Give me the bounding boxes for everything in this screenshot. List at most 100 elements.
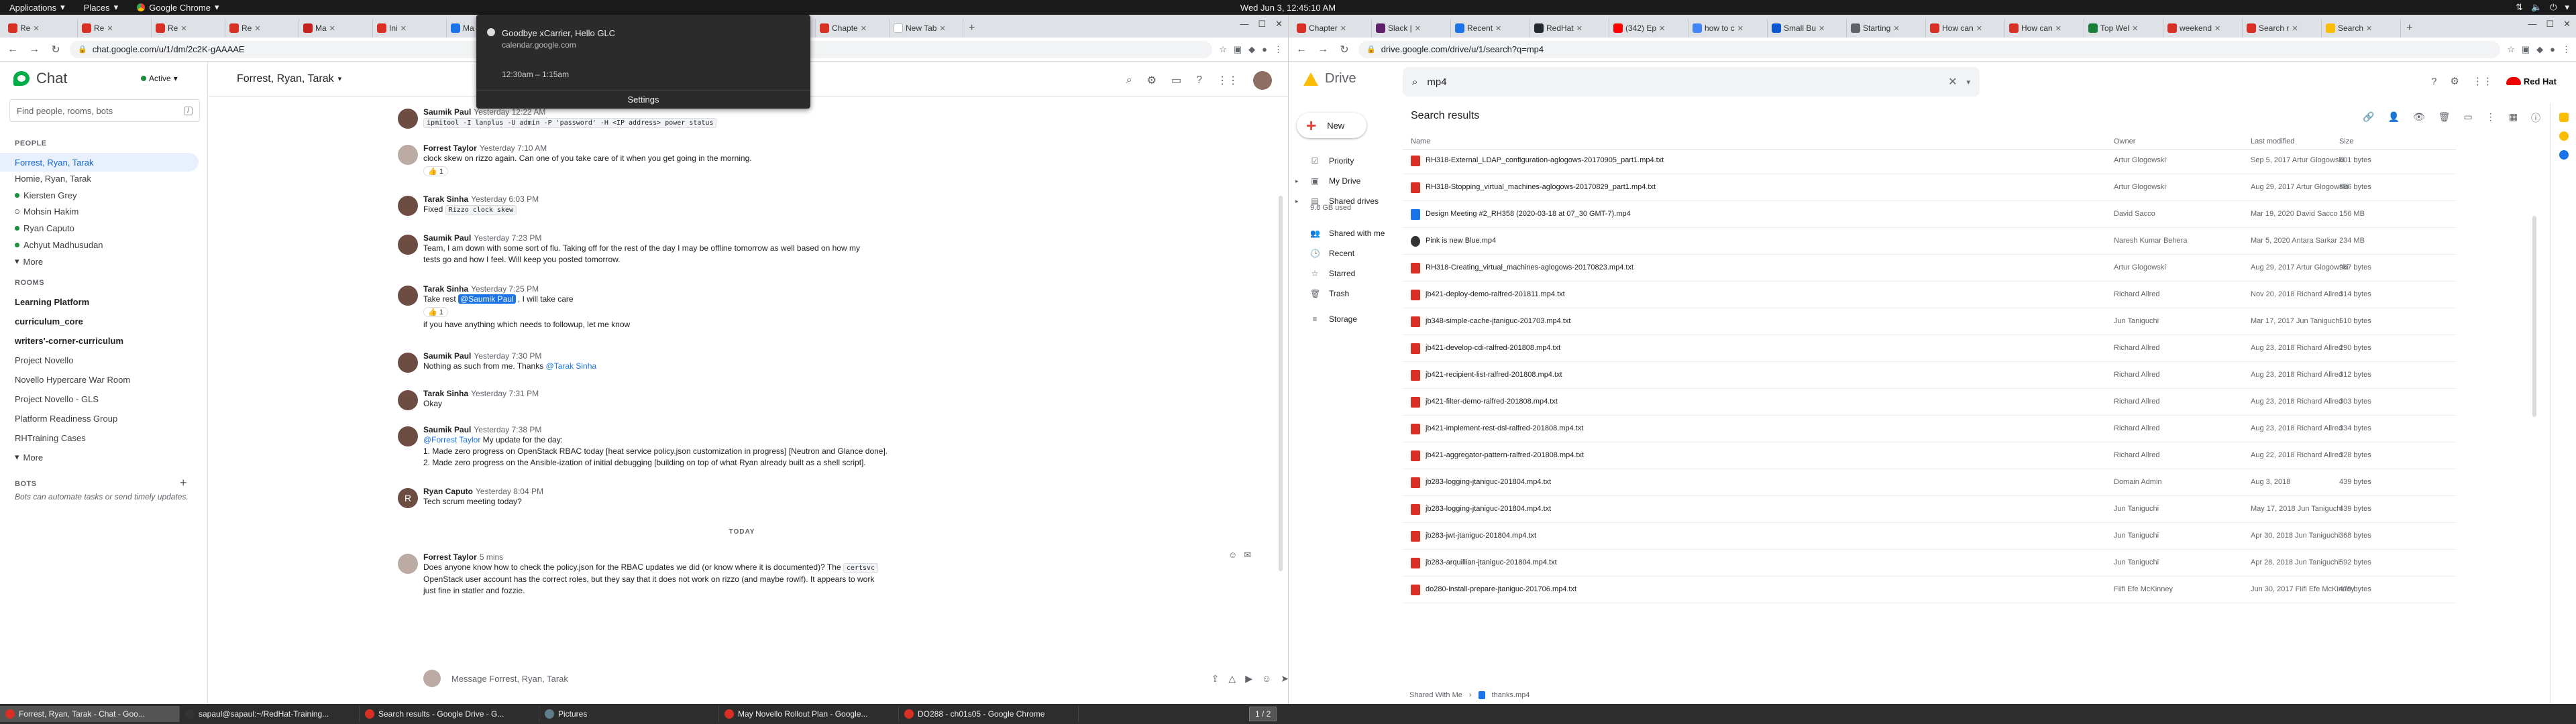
browser-tab[interactable]: (342) Ep ✕ [1609,19,1688,38]
room-item[interactable]: RHTraining Cases [0,428,199,447]
chevron-down-icon[interactable]: ▾ [338,74,342,83]
tab-close-icon[interactable]: ✕ [2366,24,2372,33]
tab-close-icon[interactable]: ✕ [861,24,867,33]
browser-tab[interactable]: Slack | ✕ [1372,19,1451,38]
share-icon[interactable]: 👤 [2388,111,2400,125]
file-row[interactable]: jb421-implement-rest-dsl-ralfred-201808.… [1403,416,2456,442]
gear-icon[interactable]: ⚙ [1147,74,1157,87]
browser-tab[interactable]: Re ✕ [152,19,225,38]
room-item[interactable]: Platform Readiness Group [0,409,199,428]
column-modified[interactable]: Last modified [2251,137,2294,145]
tasks-addon-icon[interactable] [2559,150,2569,160]
info-icon[interactable]: ⓘ [2531,111,2540,125]
extension-icon[interactable]: ▣ [2522,44,2530,55]
maximize-icon[interactable]: ☐ [2546,19,2554,29]
close-icon[interactable]: ✕ [1275,19,1283,29]
help-icon[interactable]: ? [2431,76,2436,87]
tab-close-icon[interactable]: ✕ [1576,24,1582,33]
results-scrollbar[interactable] [2532,216,2536,417]
file-row[interactable]: RH318-Creating_virtual_machines-aglogows… [1403,255,2456,282]
taskbar-item[interactable]: Forrest, Ryan, Tarak - Chat - Goo... [0,706,180,722]
file-row[interactable]: RH318-Stopping_virtual_machines-aglogows… [1403,174,2456,201]
extension-icon[interactable]: ◆ [2536,44,2543,55]
feedback-icon[interactable]: ▭ [1171,74,1181,87]
send-icon[interactable]: ➤ [1281,673,1288,684]
column-owner[interactable]: Owner [2114,137,2135,145]
browser-tab[interactable]: Re ✕ [4,19,78,38]
close-icon[interactable]: ✕ [2563,19,2571,29]
avatar[interactable] [1253,71,1272,90]
gear-icon[interactable]: ⚙ [2450,75,2459,87]
browser-tab[interactable]: Search ✕ [2322,19,2401,38]
more-icon[interactable]: ⋮ [2486,111,2496,125]
places-menu[interactable]: Places ▾ [74,2,128,13]
browser-tab[interactable]: How can ✕ [1926,19,2005,38]
selected-file[interactable]: thanks.mp4 [1492,691,1530,699]
link-icon[interactable]: 🔗 [2363,111,2374,125]
minimize-icon[interactable]: — [1240,19,1248,29]
file-row[interactable]: jb421-recipient-list-ralfred-201808.mp4.… [1403,362,2456,389]
system-tray[interactable]: ⇅ 🔈 ⏻ ▾ [2516,0,2569,15]
new-tab-icon[interactable]: + [2401,22,2418,34]
apps-grid-icon[interactable]: ⋮⋮ [2473,75,2493,87]
browser-tab[interactable]: How can ✕ [2005,19,2084,38]
browser-tab[interactable]: Chapter ✕ [1293,19,1372,38]
tab-close-icon[interactable]: ✕ [939,24,945,33]
add-bot-icon[interactable]: + [180,476,187,490]
chat-logo[interactable]: Chat [13,70,67,87]
find-people-input[interactable]: Find people, rooms, bots / [9,99,200,122]
back-icon[interactable]: ← [5,44,20,56]
extension-icon[interactable]: ◆ [1248,44,1255,55]
drive-icon[interactable]: △ [1228,673,1236,684]
clear-search-icon[interactable]: ✕ [1948,75,1957,88]
file-row[interactable]: jb283-jwt-jtaniguc-201804.mp4.txt Jun Tan… [1403,523,2456,550]
drive-logo[interactable]: Drive [1303,71,1356,86]
browser-tab[interactable]: Re ✕ [225,19,299,38]
keep-addon-icon[interactable] [2559,131,2569,141]
star-icon[interactable]: ☆ [1219,44,1227,55]
reply-icon[interactable]: ✉ [1244,550,1251,560]
reaction-chip[interactable]: 👍 1 [423,307,448,317]
drive-search-field[interactable]: ⌕ mp4 ✕ ▾ [1403,67,1980,97]
tab-close-icon[interactable]: ✕ [1659,24,1665,33]
room-item[interactable]: curriculum_core [0,312,199,330]
org-logo[interactable]: Red Hat [2506,76,2557,86]
browser-tab[interactable]: Top Wel ✕ [2084,19,2163,38]
emoji-icon[interactable]: ☺ [1262,673,1271,684]
menu-kebab-icon[interactable]: ⋮ [1274,44,1283,55]
mention-link[interactable]: @Tarak Sinha [546,361,597,371]
browser-tab[interactable]: Re ✕ [78,19,152,38]
room-item[interactable]: writers'-corner-curriculum [0,331,199,350]
new-tab-icon[interactable]: + [963,22,980,34]
maximize-icon[interactable]: ☐ [1258,19,1266,29]
file-row[interactable]: jb348-simple-cache-jtaniguc-201703.mp4.t… [1403,308,2456,335]
browser-tab[interactable]: Ini ✕ [373,19,447,38]
preview-icon[interactable]: 👁 [2413,111,2425,125]
file-row[interactable]: jb283-logging-jtaniguc-201804.mp4.txt Jun… [1403,496,2456,523]
browser-tab[interactable]: Chapte ✕ [816,19,890,38]
new-button[interactable]: + New [1297,113,1366,138]
dm-item[interactable]: Achyut Madhusudan [0,235,199,254]
search-options-icon[interactable]: ▾ [1966,78,1970,86]
file-row[interactable]: jb421-deploy-demo-ralfred-201811.mp4.txt… [1403,282,2456,308]
help-icon[interactable]: ? [1196,74,1202,86]
room-item[interactable]: Project Novello - GLS [0,389,199,408]
message-input[interactable]: Message Forrest, Ryan, Tarak [449,668,1202,688]
reload-icon[interactable]: ↻ [48,43,63,56]
extension-icon[interactable]: ● [2550,44,2555,54]
tab-close-icon[interactable]: ✕ [1819,24,1825,33]
applications-menu[interactable]: Applications ▾ [0,2,74,13]
extension-icon[interactable]: ▣ [1234,44,1242,55]
search-icon[interactable]: ⌕ [1126,74,1132,86]
trash-icon[interactable]: 🗑 [2438,111,2451,125]
tab-close-icon[interactable]: ✕ [2292,24,2298,33]
tab-close-icon[interactable]: ✕ [1340,24,1346,33]
location-label[interactable]: Shared With Me [1409,691,1462,699]
tab-close-icon[interactable]: ✕ [1415,24,1421,33]
active-app-menu[interactable]: Google Chrome ▾ [127,2,228,13]
calendar-addon-icon[interactable] [2559,113,2569,122]
tab-close-icon[interactable]: ✕ [33,24,39,33]
file-row[interactable]: Pink is new Blue.mp4 Naresh Kumar Behera M… [1403,228,2456,255]
notification-settings-button[interactable]: Settings [476,90,810,109]
extension-icon[interactable]: ● [1262,44,1267,54]
